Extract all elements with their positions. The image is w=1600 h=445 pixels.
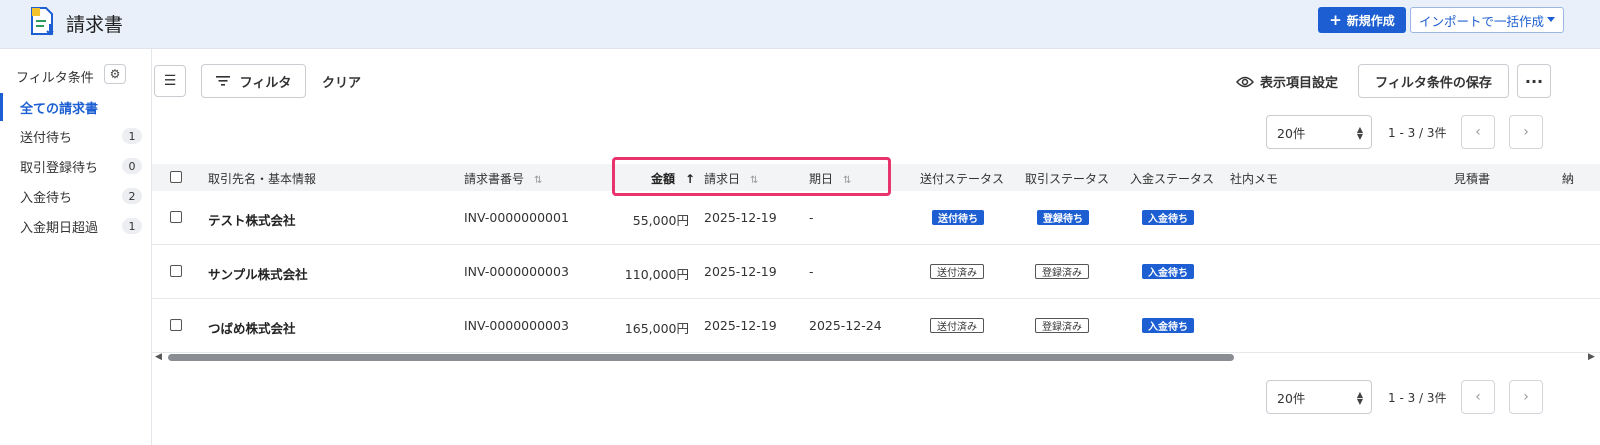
new-invoice-label: 新規作成: [1346, 13, 1395, 28]
due-date: -: [809, 264, 814, 279]
payment-status-badge: 入金待ち: [1142, 264, 1194, 279]
sidebar-item-label: 取引登録待ち: [20, 160, 99, 176]
select-updown-icon: ▲ ▼: [1356, 125, 1363, 141]
send-status-badge: 送付済み: [930, 318, 984, 333]
count-badge: 1: [122, 128, 142, 144]
invoice-date: 2025-12-19: [704, 264, 777, 279]
client-name[interactable]: サンプル株式会社: [208, 264, 308, 283]
import-dropdown-button[interactable]: インポートで一括作成: [1410, 7, 1564, 33]
row-checkbox[interactable]: [170, 265, 182, 277]
col-quote[interactable]: 見積書: [1454, 170, 1490, 187]
select-all-checkbox[interactable]: [170, 171, 182, 183]
next-page-icon[interactable]: ›: [1509, 380, 1543, 414]
new-invoice-button[interactable]: + 新規作成: [1318, 7, 1406, 33]
eye-icon: [1236, 76, 1254, 87]
filter-settings-gear-icon[interactable]: ⚙: [104, 64, 126, 84]
invoice-doc-icon: [31, 7, 54, 36]
pagination-bottom: 20件 ▲ ▼ 1 - 3 / 3件 ‹ ›: [1266, 380, 1556, 414]
column-settings-button[interactable]: 表示項目設定: [1236, 72, 1338, 91]
clear-button[interactable]: クリア: [322, 72, 361, 91]
per-page-select[interactable]: 20件 ▲ ▼: [1266, 380, 1372, 414]
pagination-top: 20件 ▲ ▼ 1 - 3 / 3件 ‹ ›: [1266, 115, 1556, 149]
prev-page-icon[interactable]: ‹: [1461, 380, 1495, 414]
col-invoice-no[interactable]: 請求書番号 ⇅: [464, 170, 542, 187]
sidebar-item-overdue[interactable]: 入金期日超過 1: [0, 212, 151, 240]
select-updown-icon: ▲ ▼: [1356, 390, 1363, 406]
scroll-left-icon[interactable]: ◀: [155, 352, 162, 362]
deal-status-badge: 登録待ち: [1037, 210, 1089, 225]
due-date: 2025-12-24: [809, 318, 882, 333]
filter-lines-icon: [215, 76, 230, 86]
column-settings-label: 表示項目設定: [1260, 76, 1339, 91]
collapse-sidebar-icon[interactable]: ☰: [154, 65, 186, 97]
col-label: 請求書番号: [464, 172, 525, 186]
scroll-right-icon[interactable]: ▶: [1588, 352, 1595, 362]
col-send-status[interactable]: 送付ステータス: [920, 170, 1004, 187]
filter-sidebar: フィルタ条件 ⚙ 全ての請求書 送付待ち 1 取引登録待ち 0 入金待ち 2 入…: [0, 49, 152, 445]
col-payment-status[interactable]: 入金ステータス: [1130, 170, 1214, 187]
deal-status-badge: 登録済み: [1035, 264, 1089, 279]
filter-label: フィルタ: [239, 75, 292, 91]
pagination-range: 1 - 3 / 3件: [1388, 126, 1447, 140]
sort-icon: ⇅: [534, 175, 543, 186]
caret-down-icon: [1547, 17, 1555, 22]
client-name[interactable]: テスト株式会社: [208, 210, 296, 229]
send-status-badge: 送付待ち: [932, 210, 984, 225]
sidebar-item-label: 全ての請求書: [20, 101, 99, 117]
filter-heading: フィルタ条件: [16, 71, 94, 86]
row-checkbox[interactable]: [170, 211, 182, 223]
col-cut[interactable]: 納: [1562, 170, 1574, 187]
count-badge: 1: [122, 218, 142, 234]
invoice-date: 2025-12-19: [704, 210, 777, 225]
sidebar-item-awaiting-deal[interactable]: 取引登録待ち 0: [0, 152, 151, 180]
table-row[interactable]: つばめ株式会社 INV-0000000003 165,000円 2025-12-…: [152, 299, 1600, 353]
due-date: -: [809, 210, 814, 225]
sidebar-item-awaiting-payment[interactable]: 入金待ち 2: [0, 182, 151, 210]
sidebar-item-awaiting-send[interactable]: 送付待ち 1: [0, 122, 151, 150]
amount: 55,000円: [632, 213, 689, 228]
table-row[interactable]: サンプル株式会社 INV-0000000003 110,000円 2025-12…: [152, 245, 1600, 299]
invoice-number: INV-0000000003: [464, 318, 569, 333]
next-page-icon[interactable]: ›: [1509, 115, 1543, 149]
row-checkbox[interactable]: [170, 319, 182, 331]
col-memo[interactable]: 社内メモ: [1230, 170, 1278, 187]
sidebar-item-label: 入金期日超過: [20, 220, 99, 236]
save-filter-button[interactable]: フィルタ条件の保存: [1358, 64, 1509, 98]
invoice-date: 2025-12-19: [704, 318, 777, 333]
app-header: 請求書 + 新規作成 インポートで一括作成: [0, 0, 1600, 49]
sidebar-item-label: 入金待ち: [20, 190, 73, 206]
scrollbar-thumb[interactable]: [168, 354, 1234, 361]
prev-page-icon[interactable]: ‹: [1461, 115, 1495, 149]
count-badge: 2: [122, 188, 142, 204]
sidebar-item-all-invoices[interactable]: 全ての請求書: [0, 93, 151, 121]
per-page-value: 20件: [1277, 125, 1306, 141]
plus-icon: +: [1329, 10, 1342, 29]
pagination-range: 1 - 3 / 3件: [1388, 391, 1447, 405]
col-client[interactable]: 取引先名・基本情報: [208, 170, 316, 187]
col-deal-status[interactable]: 取引ステータス: [1025, 170, 1109, 187]
highlight-box: [612, 157, 891, 196]
more-options-icon[interactable]: ···: [1517, 64, 1551, 98]
invoice-number: INV-0000000001: [464, 210, 569, 225]
payment-status-badge: 入金待ち: [1142, 318, 1194, 333]
send-status-badge: 送付済み: [930, 264, 984, 279]
page-title: 請求書: [66, 14, 124, 36]
import-label: インポートで一括作成: [1419, 13, 1545, 29]
deal-status-badge: 登録済み: [1035, 318, 1089, 333]
payment-status-badge: 入金待ち: [1142, 210, 1194, 225]
count-badge: 0: [122, 158, 142, 174]
amount: 110,000円: [624, 267, 689, 282]
horizontal-scrollbar[interactable]: ◀ ▶: [152, 352, 1600, 364]
sidebar-item-label: 送付待ち: [20, 130, 73, 146]
table-row[interactable]: テスト株式会社 INV-0000000001 55,000円 2025-12-1…: [152, 191, 1600, 245]
invoice-number: INV-0000000003: [464, 264, 569, 279]
client-name[interactable]: つばめ株式会社: [208, 318, 296, 337]
per-page-select[interactable]: 20件 ▲ ▼: [1266, 115, 1372, 149]
per-page-value: 20件: [1277, 390, 1306, 406]
amount: 165,000円: [624, 321, 689, 336]
filter-button[interactable]: フィルタ: [201, 64, 306, 98]
